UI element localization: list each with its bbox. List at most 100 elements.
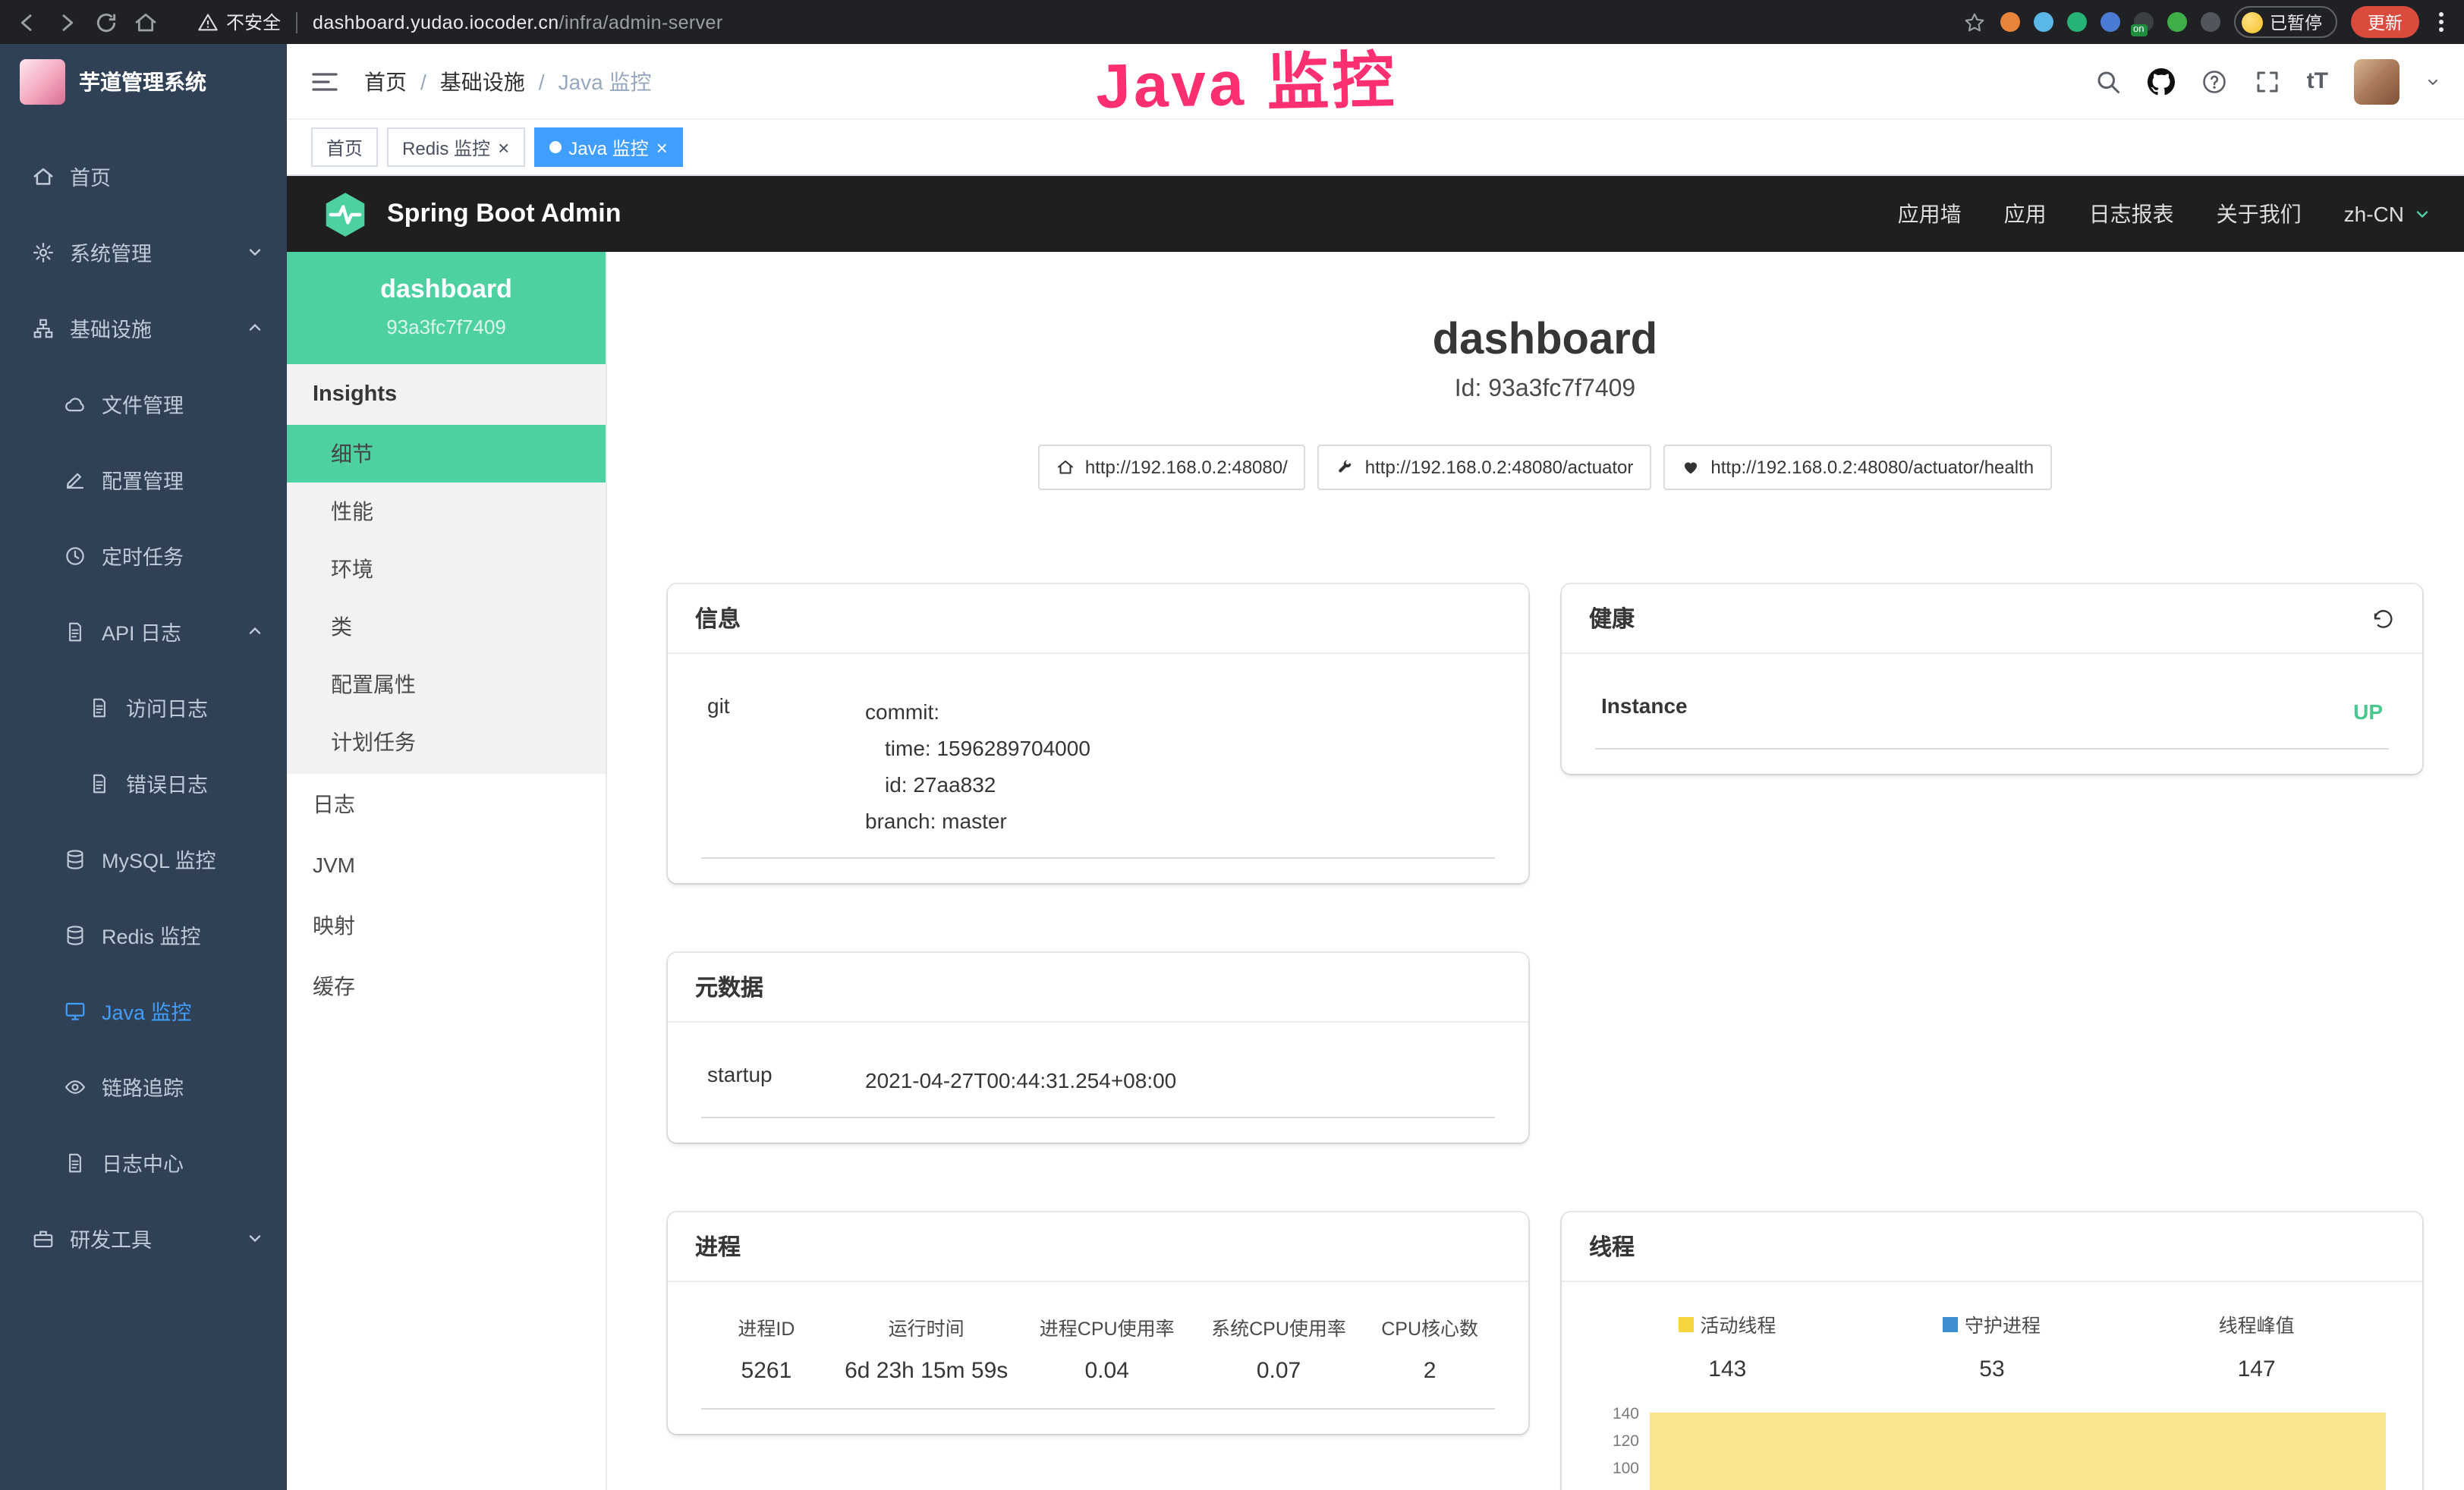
user-avatar[interactable] — [2354, 58, 2399, 104]
sba-brand[interactable]: Spring Boot Admin — [387, 199, 622, 229]
sidebar-item-file-management[interactable]: 文件管理 — [0, 366, 287, 442]
col-value: 0.07 — [1199, 1358, 1358, 1384]
chevron-down-icon — [243, 1227, 266, 1250]
text-size-icon[interactable]: tT — [2307, 68, 2328, 94]
forward-icon[interactable] — [55, 10, 79, 34]
github-icon[interactable] — [2148, 68, 2175, 95]
sba-item-jvm[interactable]: JVM — [287, 835, 606, 895]
process-card: 进程 进程ID 5261 运行时间 — [668, 1212, 1528, 1434]
breadcrumb-home[interactable]: 首页 — [364, 66, 407, 96]
actuator-url-link[interactable]: http://192.168.0.2:48080/actuator — [1318, 445, 1652, 490]
sba-item-scheduled-tasks[interactable]: 计划任务 — [287, 713, 606, 771]
sidebar-item-label: Redis 监控 — [102, 919, 201, 950]
document-icon — [88, 696, 111, 718]
tab-label: Java 监控 — [568, 134, 648, 160]
sidebar-item-label: 系统管理 — [70, 237, 152, 267]
sidebar-item-label: 研发工具 — [70, 1223, 152, 1253]
app-menu: 首页 系统管理 基础设施 文件管理 配置管理 — [0, 120, 287, 1276]
sba-item-metrics[interactable]: 性能 — [287, 483, 606, 540]
sidebar-item-infrastructure[interactable]: 基础设施 — [0, 290, 287, 366]
link-label: http://192.168.0.2:48080/ — [1085, 457, 1288, 478]
chrome-menu-icon[interactable] — [2433, 9, 2450, 35]
update-button[interactable]: 更新 — [2351, 6, 2419, 38]
site-security-chip[interactable]: 不安全 — [197, 9, 281, 35]
legend-value: 143 — [1595, 1356, 1860, 1382]
sidebar-item-system-management[interactable]: 系统管理 — [0, 214, 287, 290]
app-logo-row[interactable]: 芋道管理系统 — [0, 44, 287, 120]
instance-url-link[interactable]: http://192.168.0.2:48080/ — [1038, 445, 1306, 490]
extension-icon-5[interactable]: on — [2133, 12, 2153, 32]
sba-item-config-props[interactable]: 配置属性 — [287, 655, 606, 713]
sidebar-item-trace[interactable]: 链路追踪 — [0, 1048, 287, 1124]
extension-icon-4[interactable] — [2100, 12, 2119, 32]
sba-nav-journal[interactable]: 日志报表 — [2089, 199, 2174, 229]
metadata-card-header: 元数据 — [668, 953, 1528, 1023]
sidebar-item-error-logs[interactable]: 错误日志 — [0, 745, 287, 821]
info-row-git: git commit: time: 1596289704000 id: 27aa… — [701, 678, 1495, 859]
sba-nav-applications[interactable]: 应用 — [2004, 199, 2047, 229]
process-card-header: 进程 — [668, 1212, 1528, 1282]
screen: 不安全 dashboard.yudao.iocoder.cn/infra/adm… — [0, 0, 2464, 1490]
locale-selector[interactable]: zh-CN — [2344, 202, 2431, 226]
y-tick: 100 — [1613, 1461, 1639, 1488]
sidebar-item-java-monitor[interactable]: Java 监控 — [0, 973, 287, 1048]
breadcrumb-infrastructure[interactable]: 基础设施 — [440, 66, 525, 96]
breadcrumb-current: Java 监控 — [559, 66, 652, 96]
url-host: dashboard.yudao.iocoder.cn — [313, 11, 559, 33]
divider — [296, 11, 297, 33]
bookmark-star-icon[interactable] — [1962, 10, 1986, 34]
close-icon[interactable]: × — [498, 137, 509, 157]
extension-icon-3[interactable] — [2066, 12, 2086, 32]
sidebar-item-api-logs[interactable]: API 日志 — [0, 593, 287, 669]
sidebar-item-scheduled-tasks[interactable]: 定时任务 — [0, 517, 287, 593]
header: 首页 / 基础设施 / Java 监控 tT — [287, 44, 2464, 120]
sba-item-logs[interactable]: 日志 — [287, 774, 606, 835]
sidebar-item-config-management[interactable]: 配置管理 — [0, 442, 287, 517]
app-logo — [20, 59, 65, 105]
sba-item-details[interactable]: 细节 — [287, 425, 606, 483]
sba-item-environment[interactable]: 环境 — [287, 540, 606, 598]
process-table: 进程ID 5261 运行时间 6d 23h 15m 59s 进程CPU使用率 — [701, 1306, 1495, 1410]
profile-paused-badge[interactable]: 已暂停 — [2233, 6, 2337, 38]
spring-boot-admin-logo-icon[interactable] — [320, 189, 370, 239]
avatar-caret-icon[interactable] — [2425, 74, 2440, 89]
tab-java-monitor[interactable]: Java 监控 × — [533, 127, 683, 167]
sidebar-item-home[interactable]: 首页 — [0, 138, 287, 214]
extension-icon-2[interactable] — [2033, 12, 2053, 32]
sidebar-item-log-center[interactable]: 日志中心 — [0, 1124, 287, 1200]
close-icon[interactable]: × — [656, 137, 668, 157]
document-icon — [64, 620, 87, 643]
heart-icon — [1682, 458, 1700, 476]
sidebar-item-dev-tools[interactable]: 研发工具 — [0, 1200, 287, 1276]
extension-icon-1[interactable] — [2000, 12, 2019, 32]
main-column: 首页 / 基础设施 / Java 监控 tT — [287, 44, 2464, 1490]
chevron-up-icon — [243, 620, 266, 643]
tab-home[interactable]: 首页 — [311, 127, 378, 167]
back-icon[interactable] — [15, 10, 39, 34]
sidebar-item-access-logs[interactable]: 访问日志 — [0, 669, 287, 745]
health-url-link[interactable]: http://192.168.0.2:48080/actuator/health — [1663, 445, 2052, 490]
sba-content: dashboard Id: 93a3fc7f7409 http://192.16… — [607, 252, 2464, 1490]
sba-nav-wallboard[interactable]: 应用墙 — [1898, 199, 1962, 229]
reload-icon[interactable] — [94, 10, 118, 34]
sidebar-item-mysql-monitor[interactable]: MySQL 监控 — [0, 821, 287, 897]
sidebar-item-label: API 日志 — [102, 616, 181, 646]
instance-header[interactable]: dashboard 93a3fc7f7409 — [287, 252, 606, 364]
sba-item-classes[interactable]: 类 — [287, 598, 606, 655]
tab-redis-monitor[interactable]: Redis 监控 × — [387, 127, 524, 167]
url-bar[interactable]: dashboard.yudao.iocoder.cn/infra/admin-s… — [313, 11, 723, 33]
breadcrumb-separator: / — [539, 69, 545, 93]
extension-icon-7[interactable] — [2200, 12, 2220, 32]
fullscreen-icon[interactable] — [2254, 68, 2281, 95]
home-icon[interactable] — [134, 10, 158, 34]
sidebar-item-redis-monitor[interactable]: Redis 监控 — [0, 897, 287, 973]
sba-item-caches[interactable]: 缓存 — [287, 956, 606, 1017]
sba-item-mappings[interactable]: 映射 — [287, 895, 606, 956]
sba-nav-about[interactable]: 关于我们 — [2217, 199, 2302, 229]
history-icon[interactable] — [2371, 606, 2395, 630]
help-icon[interactable] — [2201, 68, 2228, 95]
extension-icon-6[interactable] — [2167, 12, 2186, 32]
hamburger-icon[interactable] — [310, 66, 340, 96]
sidebar-item-label: 定时任务 — [102, 540, 184, 571]
search-icon[interactable] — [2094, 68, 2122, 95]
